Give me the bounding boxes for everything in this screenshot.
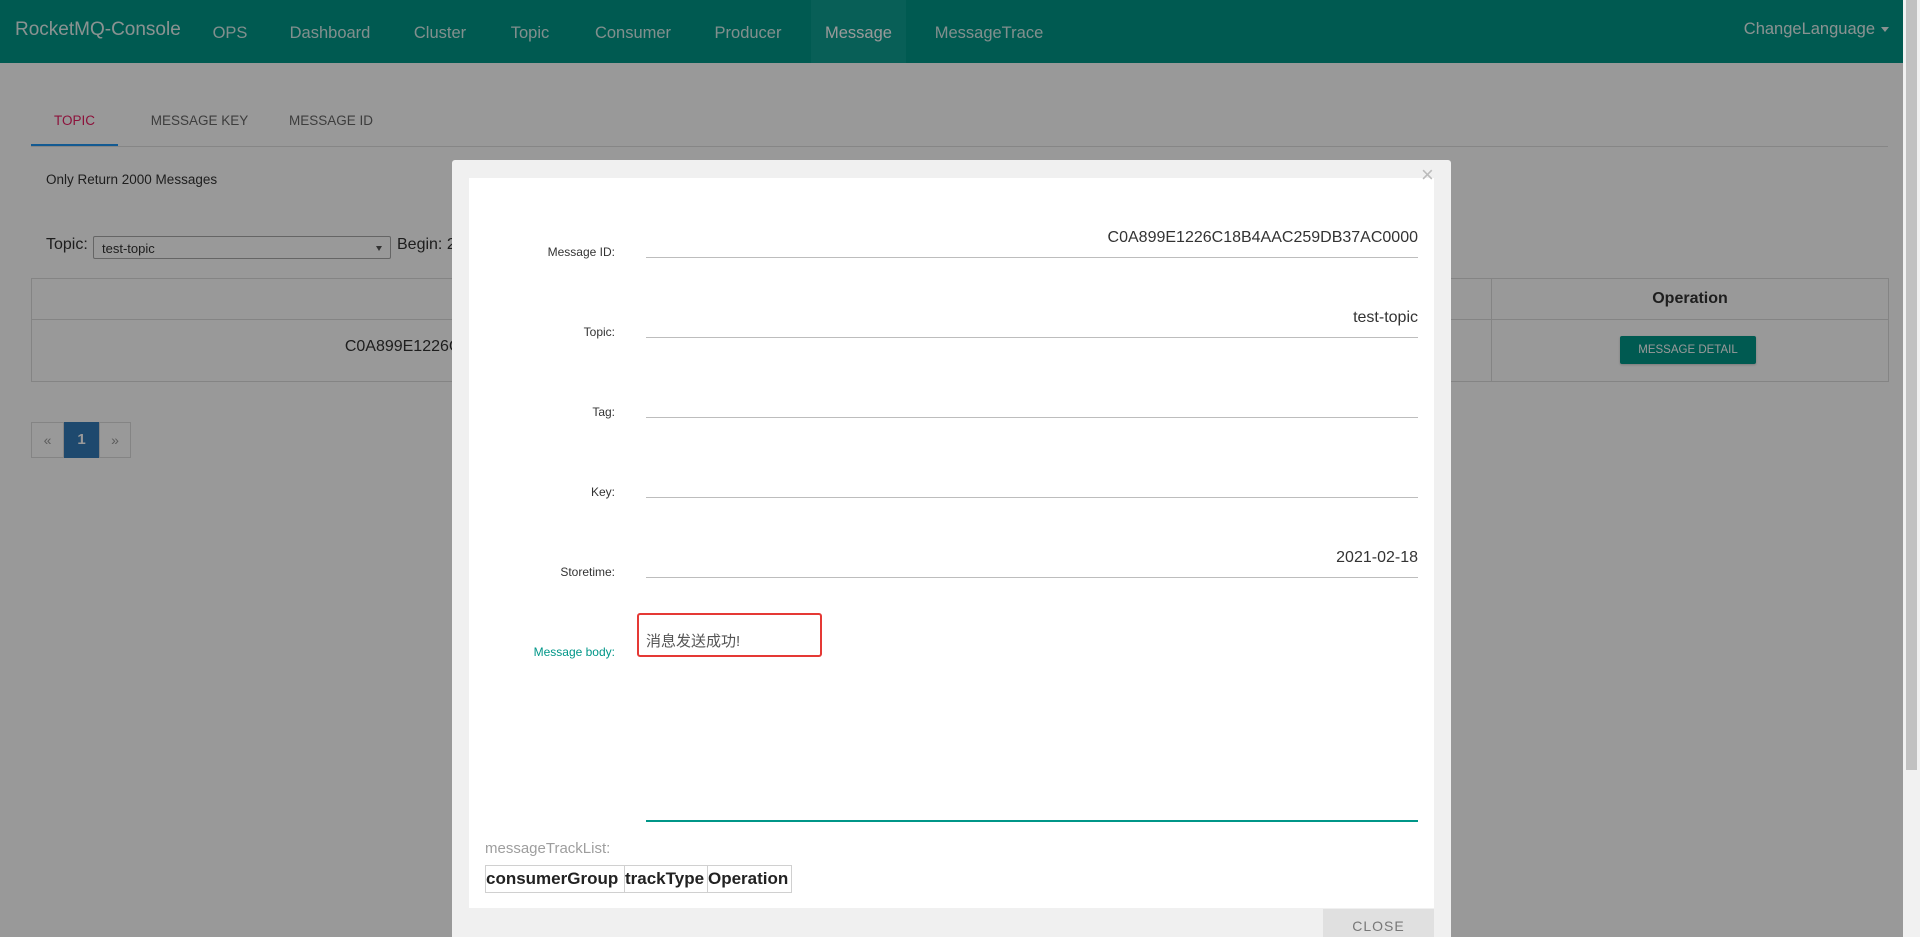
storetime-label: Storetime: — [560, 565, 615, 579]
topic-underline — [646, 337, 1418, 338]
topic-label: Topic: — [583, 325, 615, 339]
track-header-operation: Operation — [708, 869, 789, 888]
close-button[interactable]: CLOSE — [1323, 909, 1434, 937]
message-detail-content — [469, 178, 1434, 908]
topic-value[interactable]: test-topic — [646, 309, 1418, 327]
message-body-label: Message body: — [533, 645, 615, 659]
storetime-underline — [646, 577, 1418, 578]
page-scrollbar[interactable] — [1903, 0, 1920, 937]
key-underline — [646, 497, 1418, 498]
message-body-underline — [646, 820, 1418, 822]
highlight-box — [637, 613, 822, 657]
tag-label: Tag: — [592, 405, 615, 419]
storetime-value[interactable]: 2021-02-18 — [646, 549, 1418, 567]
close-icon[interactable]: × — [1421, 160, 1434, 190]
track-list-table: consumerGroup trackType Operation — [485, 865, 792, 893]
tag-underline — [646, 417, 1418, 418]
key-label: Key: — [590, 485, 615, 499]
message-id-value[interactable]: C0A899E1226C18B4AAC259DB37AC0000 — [646, 229, 1418, 247]
track-header-track-type: trackType — [625, 866, 708, 892]
scrollbar-thumb[interactable] — [1906, 0, 1917, 770]
message-id-label: Message ID: — [547, 245, 615, 259]
message-id-underline — [646, 257, 1418, 258]
track-list-label: messageTrackList: — [485, 840, 611, 857]
track-header-consumer-group: consumerGroup — [486, 866, 625, 892]
